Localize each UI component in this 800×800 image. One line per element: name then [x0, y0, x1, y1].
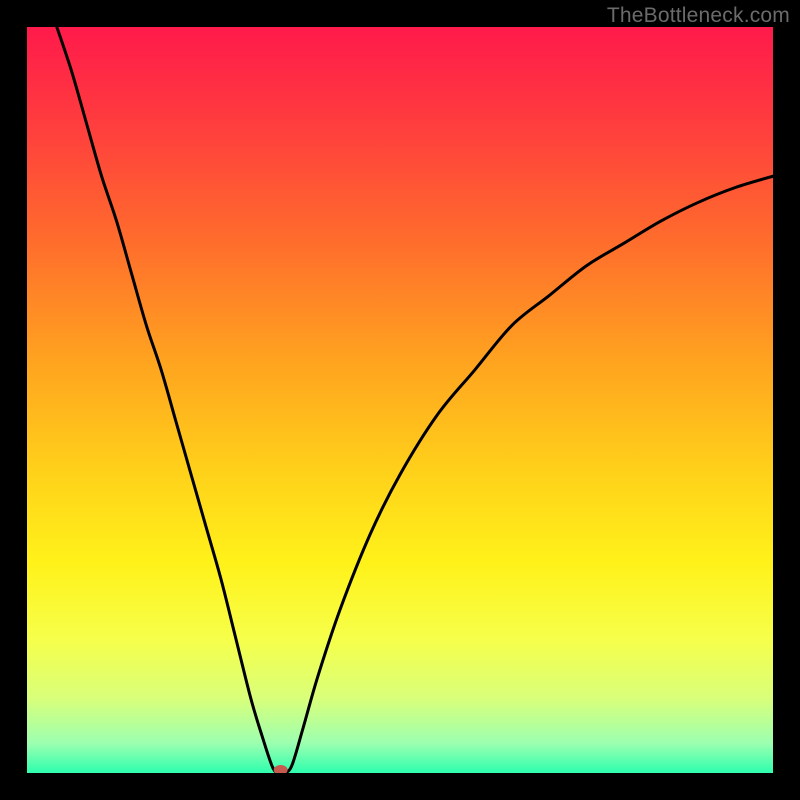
chart-frame: TheBottleneck.com: [0, 0, 800, 800]
chart-svg: [27, 27, 773, 773]
gradient-background: [27, 27, 773, 773]
watermark-text: TheBottleneck.com: [607, 4, 790, 28]
plot-area: [27, 27, 773, 773]
